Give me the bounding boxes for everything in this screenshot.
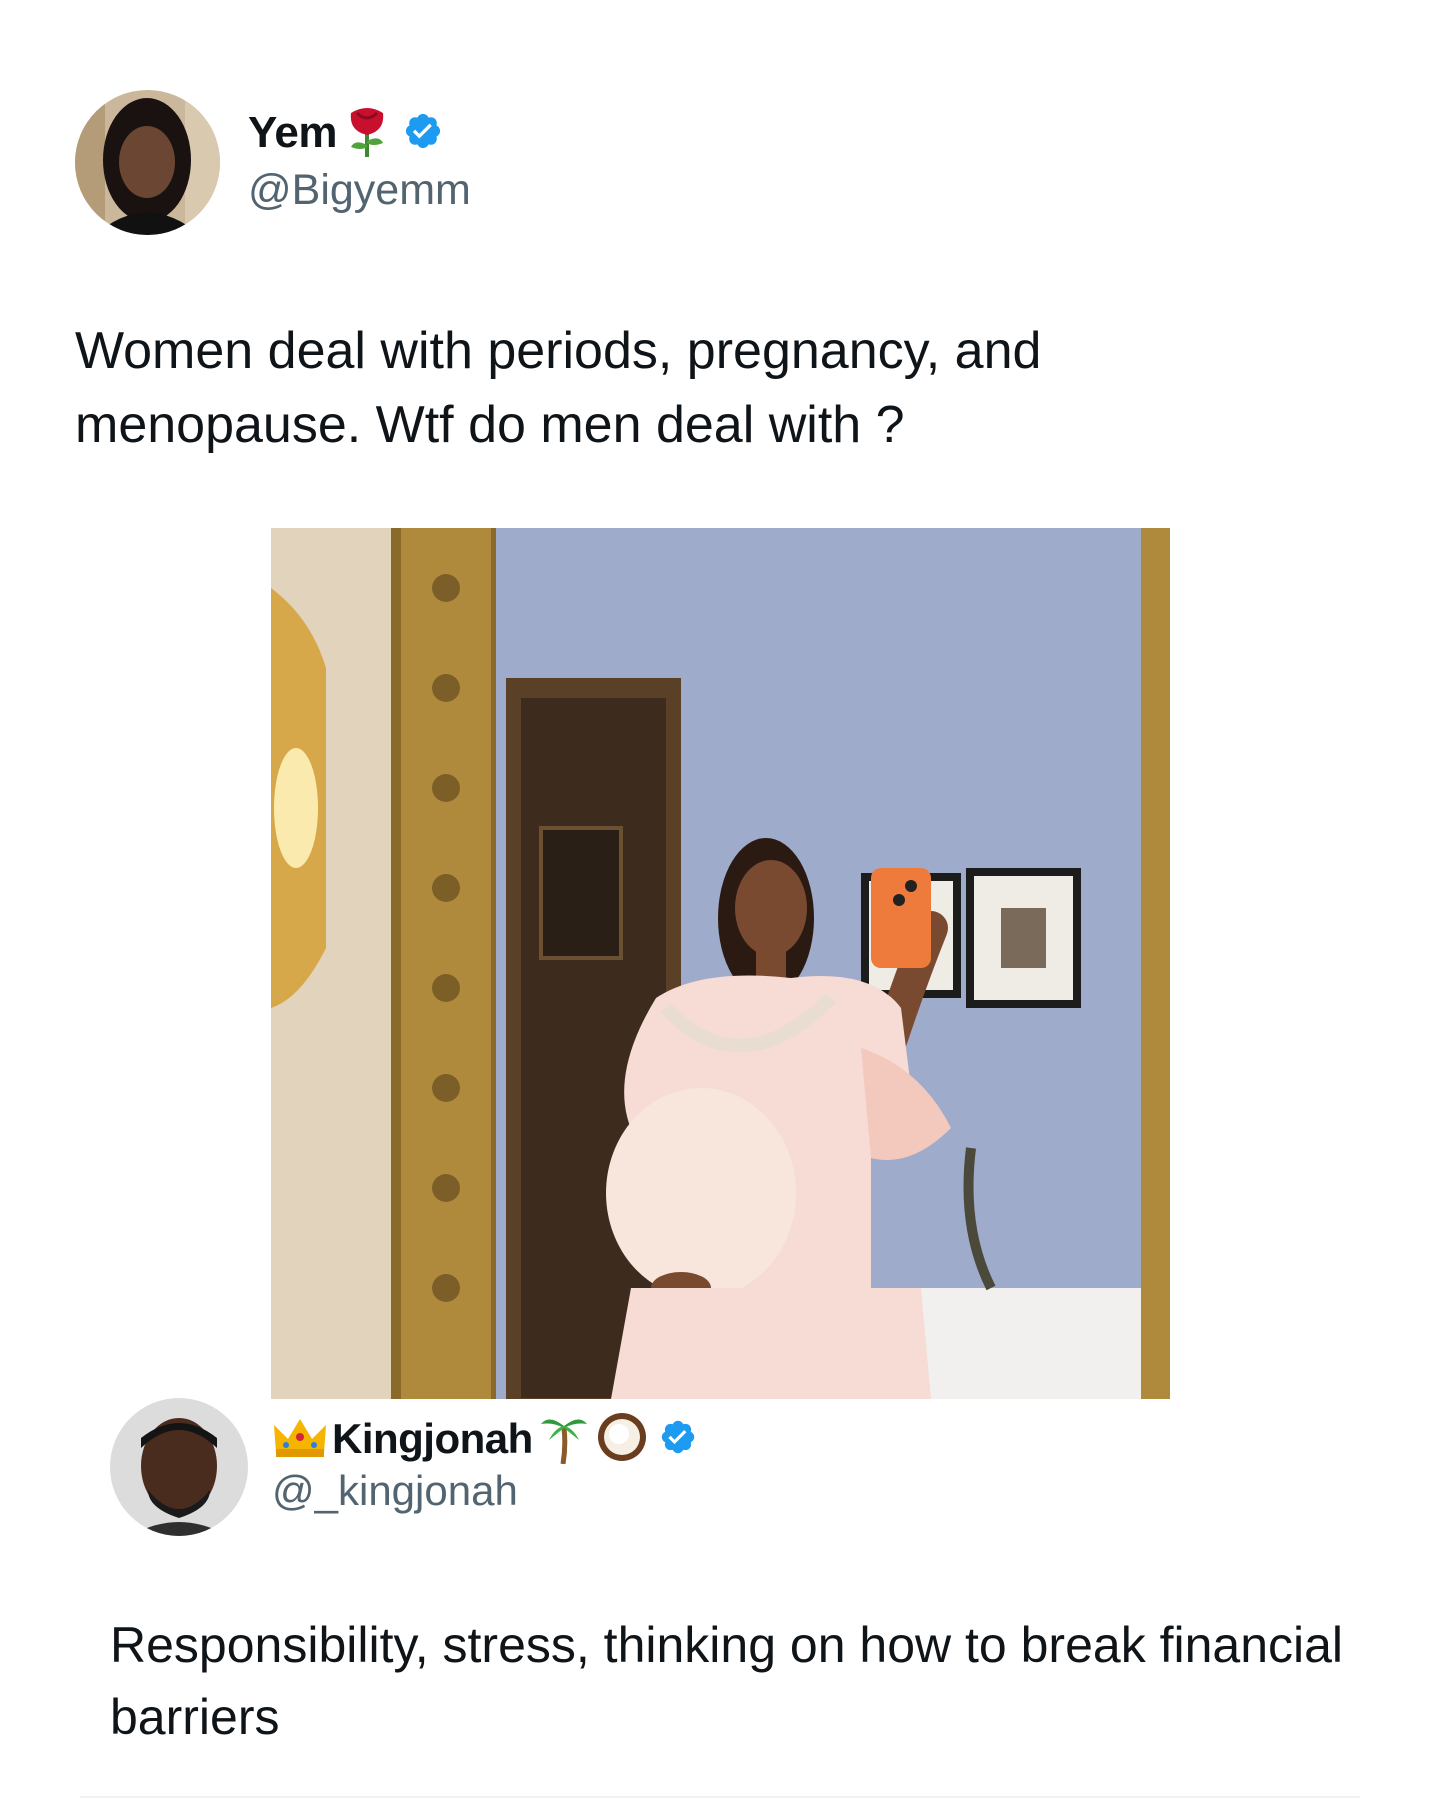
author-avatar[interactable] [75,90,220,235]
tweet-text: Women deal with periods, pregnancy, and … [75,322,1042,454]
reply-text: Responsibility, stress, thinking on how … [110,1617,1344,1745]
divider [80,1796,1360,1798]
author-name-row[interactable]: Yem [248,104,443,162]
reply-author-handle[interactable]: @_kingjonah [272,1467,518,1515]
reply-author-name-row[interactable]: Kingjonah [272,1410,697,1468]
author-handle[interactable]: @Bigyemm [248,166,471,215]
author-display-name[interactable]: Yem [248,108,338,158]
reply-verified-badge-icon [659,1418,697,1461]
reply-author-display-name[interactable]: Kingjonah [332,1415,533,1463]
verified-badge-icon [403,111,443,156]
rose-emoji [345,105,389,162]
reply-author-avatar[interactable] [110,1398,248,1536]
palm-tree-emoji [539,1410,589,1469]
crown-emoji [272,1415,328,1464]
tweet-photo[interactable] [271,528,1170,1399]
coconut-emoji [595,1410,649,1469]
